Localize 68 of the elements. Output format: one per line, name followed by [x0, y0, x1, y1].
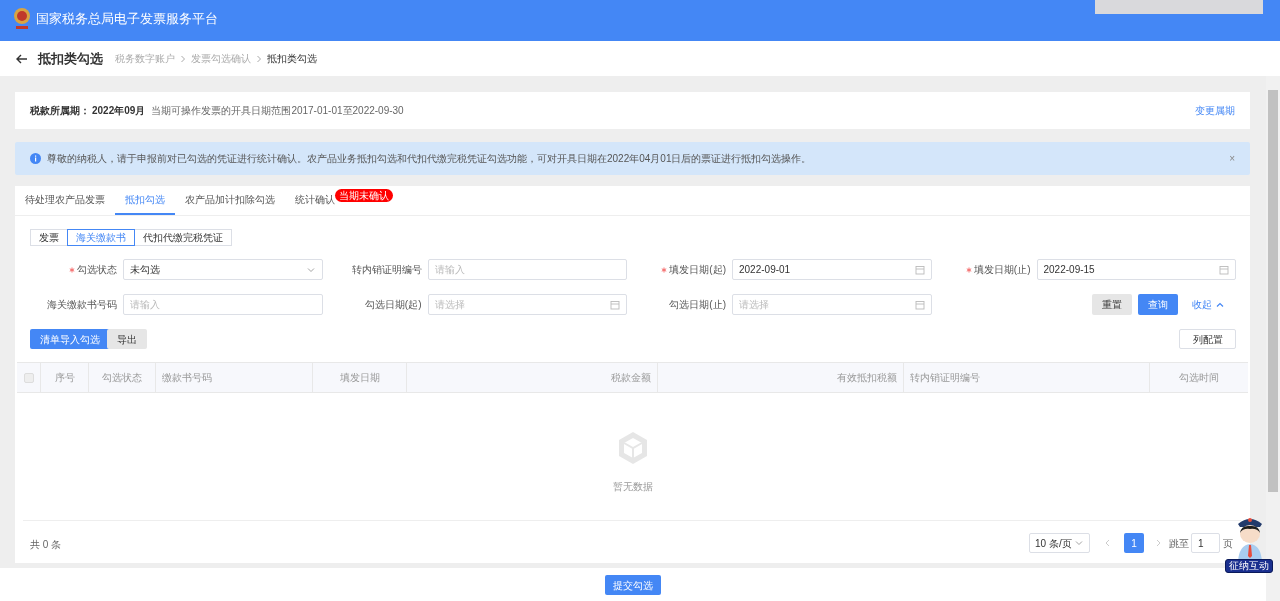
calendar-icon [914, 299, 925, 310]
column-header: 缴款书号码 [162, 371, 212, 385]
back-arrow-icon[interactable] [16, 53, 28, 64]
reset-button[interactable]: 重置 [1092, 294, 1132, 315]
date-field[interactable]: 2022-09-01 [732, 259, 932, 280]
breadcrumb-link[interactable]: 税务数字账户 [115, 51, 175, 66]
alert-text: 尊敬的纳税人，请于申报前对已勾选的凭证进行统计确认。农产品业务抵扣勾选和代扣代缴完税凭证勾选功能，可对开具日期在2022年04月01日后的票证进行抵扣勾选操作。 [47, 152, 812, 166]
select-field[interactable]: 未勾选 [123, 259, 323, 280]
page-input[interactable]: 1 [1191, 533, 1220, 553]
input-field[interactable]: 请输入 [427, 259, 627, 280]
chevron-right-icon [255, 54, 263, 63]
empty-text: 暂无数据 [613, 480, 653, 494]
field-label: 勾选状态 [77, 263, 117, 277]
column-header: 序号 [54, 371, 75, 385]
assistant-label[interactable]: 征纳互动 [1225, 559, 1273, 573]
import-button[interactable]: 清单导入勾选 [30, 329, 110, 349]
field-label: 海关缴款书号码 [47, 298, 117, 312]
chevron-down-icon [1074, 538, 1084, 548]
page-size-select[interactable]: 10 条/页 [1029, 533, 1090, 553]
column-header: 填发日期 [339, 371, 380, 385]
page-suffix: 页 [1223, 536, 1233, 551]
period-value: 2022年09月 [92, 104, 146, 118]
date-field[interactable]: 请选择 [732, 294, 932, 315]
platform-title: 国家税务总局电子发票服务平台 [36, 10, 218, 29]
close-button[interactable]: × [1229, 151, 1235, 166]
segment-button[interactable]: 代扣代缴完税凭证 [134, 229, 232, 246]
empty-box-icon [617, 431, 649, 465]
date-field[interactable]: 2022-09-15 [1036, 259, 1236, 280]
chevron-right-icon [179, 54, 187, 63]
submit-button[interactable]: 提交勾选 [605, 575, 661, 595]
collapse-link[interactable]: 收起 [1192, 297, 1224, 312]
field-label: 填发日期(止) [973, 263, 1031, 277]
change-period-link[interactable]: 变更属期 [1195, 103, 1235, 118]
period-note: 当期可操作发票的开具日期范围2017-01-01至2022-09-30 [151, 104, 404, 118]
field-label: 转内销证明编号 [351, 263, 422, 277]
export-button[interactable]: 导出 [107, 329, 147, 349]
field-label: 勾选日期(起) [364, 298, 422, 312]
emblem-logo [12, 7, 32, 31]
tab[interactable]: 抵扣勾选 [115, 185, 175, 215]
calendar-icon [914, 264, 925, 275]
breadcrumb-link[interactable]: 发票勾选确认 [191, 51, 251, 66]
column-header: 转内销证明编号 [910, 371, 980, 385]
tab[interactable]: 农产品加计扣除勾选 [175, 185, 285, 215]
prev-page-icon[interactable] [1104, 539, 1112, 547]
query-button[interactable]: 查询 [1138, 294, 1178, 315]
column-config-button[interactable]: 列配置 [1179, 329, 1236, 349]
info-icon [30, 153, 41, 164]
status-badge: 当期未确认 [335, 189, 393, 202]
next-page-icon[interactable] [1154, 539, 1162, 547]
column-header: 有效抵扣税额 [837, 371, 897, 385]
column-header: 税款金额 [611, 371, 651, 385]
segment-button[interactable]: 发票 [30, 229, 68, 246]
calendar-icon [610, 299, 620, 310]
jump-label: 跳至 [1169, 536, 1189, 551]
date-field[interactable]: 请选择 [427, 294, 627, 315]
column-header: 勾选时间 [1179, 371, 1219, 385]
chevron-up-icon [1216, 300, 1224, 309]
page-button[interactable]: 1 [1124, 533, 1144, 553]
input-field[interactable]: 请输入 [123, 294, 323, 315]
column-header: 勾选状态 [102, 371, 142, 385]
field-label: 勾选日期(止) [669, 298, 726, 312]
tab[interactable]: 待处理农产品发票 [15, 185, 115, 215]
total-count: 共 0 条 [30, 538, 62, 552]
segment-button[interactable]: 海关缴款书 [67, 229, 135, 246]
period-label: 税款所属期： [30, 104, 90, 118]
calendar-icon [1219, 264, 1229, 275]
field-label: 填发日期(起) [669, 263, 726, 277]
page-title: 抵扣类勾选 [38, 49, 103, 68]
